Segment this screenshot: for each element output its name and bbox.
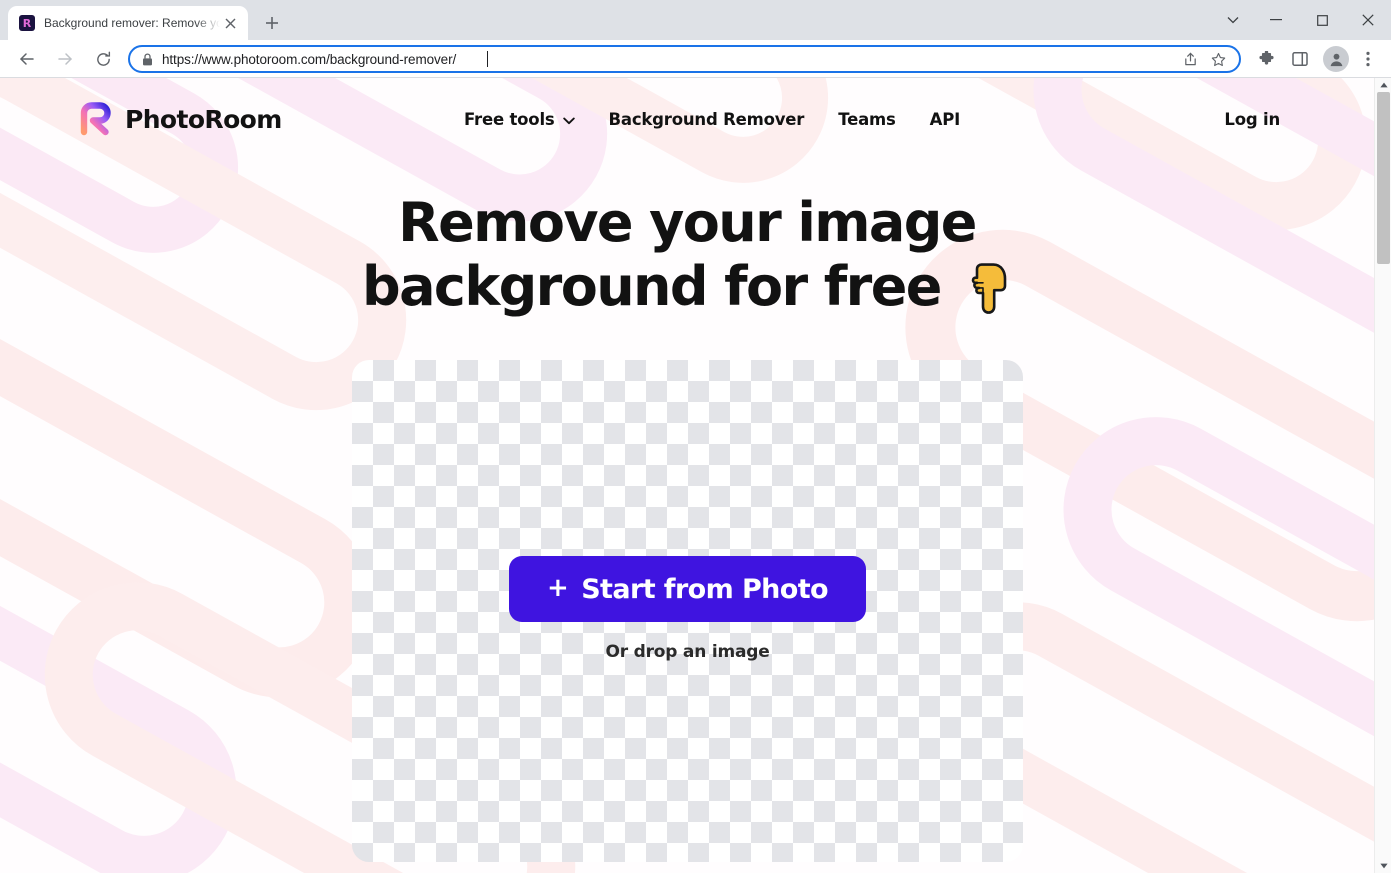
hero-title-line-2: background for free: [362, 255, 942, 318]
browser-window: R Background remover: Remove yo https://…: [0, 0, 1391, 873]
back-arrow-left-icon[interactable]: [11, 43, 43, 75]
window-minimize-icon[interactable]: [1253, 0, 1299, 40]
browser-toolbar: https://www.photoroom.com/background-rem…: [0, 40, 1391, 78]
url-text: https://www.photoroom.com/background-rem…: [162, 51, 457, 67]
tab-title: Background remover: Remove yo: [44, 16, 220, 30]
page-viewport: PhotoRoom Free tools Background Remover …: [0, 78, 1391, 873]
chevron-down-icon: [562, 110, 575, 129]
nav-item-api[interactable]: API: [929, 109, 961, 129]
tab-strip: R Background remover: Remove yo: [0, 0, 286, 40]
brand-name: PhotoRoom: [125, 104, 282, 134]
start-from-photo-button[interactable]: + Start from Photo: [509, 556, 866, 622]
hero-section: Remove your image background for free: [0, 196, 1374, 315]
hero-title-line-1: Remove your image: [398, 191, 977, 254]
brand-logo[interactable]: PhotoRoom: [78, 101, 282, 137]
nav-label-teams: Teams: [838, 109, 896, 129]
forward-arrow-right-icon[interactable]: [49, 43, 81, 75]
tab-search-chevron-down-icon[interactable]: [1213, 0, 1253, 40]
nav-label-background-remover: Background Remover: [608, 109, 805, 129]
scrollbar-caret-up-icon[interactable]: [1375, 78, 1391, 92]
scrollbar-thumb[interactable]: [1377, 92, 1390, 264]
pointing-down-hand-emoji-icon: [966, 263, 1012, 315]
dropzone-content: + Start from Photo Or drop an image: [352, 556, 1023, 662]
login-link[interactable]: Log in: [1224, 110, 1280, 129]
nav-item-teams[interactable]: Teams: [838, 109, 896, 129]
tab-close-icon[interactable]: [220, 13, 240, 33]
nav-item-background-remover[interactable]: Background Remover: [609, 110, 805, 129]
plus-icon: +: [547, 573, 569, 603]
browser-title-bar: R Background remover: Remove yo: [0, 0, 1391, 40]
new-tab-plus-icon[interactable]: [258, 9, 286, 37]
reload-icon[interactable]: [87, 43, 119, 75]
browser-tab[interactable]: R Background remover: Remove yo: [8, 6, 248, 40]
profile-avatar-icon[interactable]: [1323, 46, 1349, 72]
window-close-icon[interactable]: [1345, 0, 1391, 40]
extensions-puzzle-icon[interactable]: [1251, 44, 1281, 74]
photoroom-favicon-icon: R: [19, 15, 35, 31]
page-title: Remove your image background for free: [0, 196, 1374, 315]
address-bar[interactable]: https://www.photoroom.com/background-rem…: [128, 45, 1241, 73]
bookmark-star-icon[interactable]: [1205, 46, 1231, 72]
nav-label-free-tools: Free tools: [464, 109, 555, 129]
lock-icon: [142, 52, 153, 66]
start-from-photo-label: Start from Photo: [581, 573, 828, 605]
share-icon[interactable]: [1177, 46, 1203, 72]
main-navigation: Free tools Background Remover Teams API: [464, 110, 960, 129]
photoroom-logo-icon: [78, 101, 114, 137]
page-scrollbar[interactable]: [1374, 78, 1391, 873]
window-maximize-icon[interactable]: [1299, 0, 1345, 40]
nav-item-free-tools[interactable]: Free tools: [464, 110, 575, 129]
window-controls: [1213, 0, 1391, 40]
chrome-menu-three-dots-icon[interactable]: [1353, 44, 1383, 74]
side-panel-icon[interactable]: [1285, 44, 1315, 74]
nav-label-api: API: [929, 109, 961, 129]
image-dropzone[interactable]: + Start from Photo Or drop an image: [352, 360, 1023, 862]
site-header: PhotoRoom Free tools Background Remover …: [0, 78, 1374, 160]
text-caret: [487, 51, 488, 67]
scrollbar-caret-down-icon[interactable]: [1375, 859, 1391, 873]
drop-hint-text: Or drop an image: [605, 642, 770, 662]
